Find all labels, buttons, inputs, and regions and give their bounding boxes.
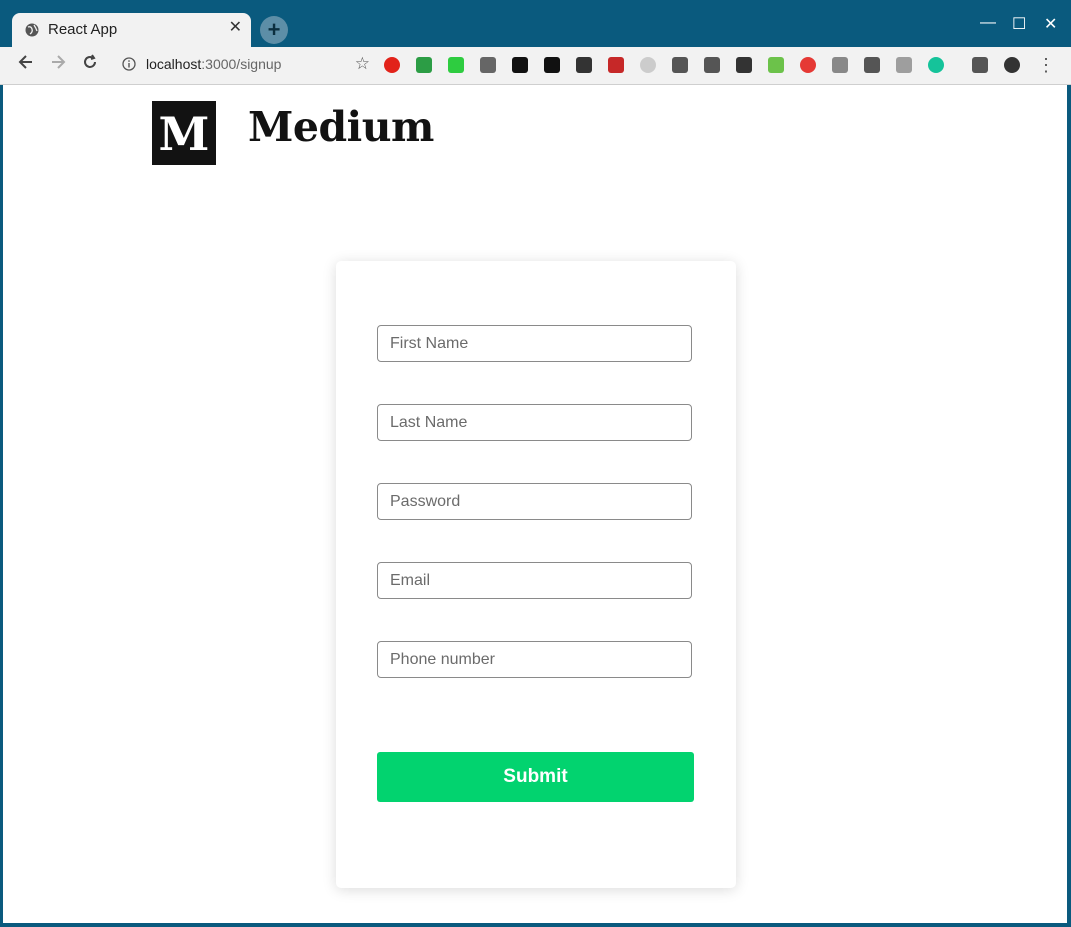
browser-tab[interactable]: React App ✕ (12, 13, 251, 47)
info-icon[interactable] (122, 57, 136, 71)
eyedropper-icon[interactable] (416, 57, 432, 73)
download-arrow-icon[interactable] (448, 57, 464, 73)
opera-icon[interactable] (384, 57, 400, 73)
browser-window: React App ✕ + — ☐ ✕ localhost:3000/signu… (0, 0, 1071, 927)
close-window-icon[interactable]: ✕ (1044, 14, 1057, 34)
password-input[interactable] (377, 483, 692, 520)
url-text[interactable]: localhost:3000/signup (146, 56, 281, 72)
minimize-icon[interactable]: — (980, 14, 996, 32)
reload-icon[interactable] (78, 53, 102, 77)
swirl-icon[interactable] (800, 57, 816, 73)
globe-icon (25, 23, 39, 37)
new-tab-button[interactable]: + (260, 16, 288, 44)
avatar-icon[interactable] (1004, 57, 1020, 73)
media-icon[interactable] (896, 57, 912, 73)
medium-logo[interactable]: M (152, 101, 216, 165)
tab-title: React App (48, 21, 118, 38)
first-name-input[interactable] (377, 325, 692, 362)
grammarly-icon[interactable] (928, 57, 944, 73)
cloud-icon[interactable] (480, 57, 496, 73)
page-viewport: M Medium Submit (3, 85, 1067, 923)
gnome-icon[interactable] (512, 57, 528, 73)
bookmark-star-icon[interactable]: ☆ (355, 54, 370, 74)
clock-icon[interactable] (640, 57, 656, 73)
browser-toolbar: localhost:3000/signup ☆ ⋮ (0, 47, 1071, 85)
tab-close-icon[interactable]: ✕ (229, 20, 242, 36)
sneaker-icon[interactable] (576, 57, 592, 73)
submit-button[interactable]: Submit (377, 752, 694, 802)
last-name-input[interactable] (377, 404, 692, 441)
address-bar[interactable]: localhost:3000/signup ☆ (112, 52, 370, 78)
key-icon[interactable] (972, 57, 988, 73)
phone-input[interactable] (377, 641, 692, 678)
drum-icon[interactable] (832, 57, 848, 73)
signup-form: Submit (336, 261, 736, 888)
browser-menu-icon[interactable]: ⋮ (1037, 55, 1055, 75)
eye-icon[interactable] (544, 57, 560, 73)
brand-name: Medium (248, 103, 434, 151)
puzzle-red-icon[interactable] (608, 57, 624, 73)
pocket-icon[interactable] (864, 57, 880, 73)
s-square-icon[interactable] (704, 57, 720, 73)
windows-icon[interactable] (672, 57, 688, 73)
nodejs-icon[interactable] (768, 57, 784, 73)
forward-arrow-icon[interactable] (46, 53, 70, 77)
email-input[interactable] (377, 562, 692, 599)
maximize-icon[interactable]: ☐ (1012, 14, 1026, 34)
screenshot-icon[interactable] (736, 57, 752, 73)
back-arrow-icon[interactable] (14, 53, 38, 77)
